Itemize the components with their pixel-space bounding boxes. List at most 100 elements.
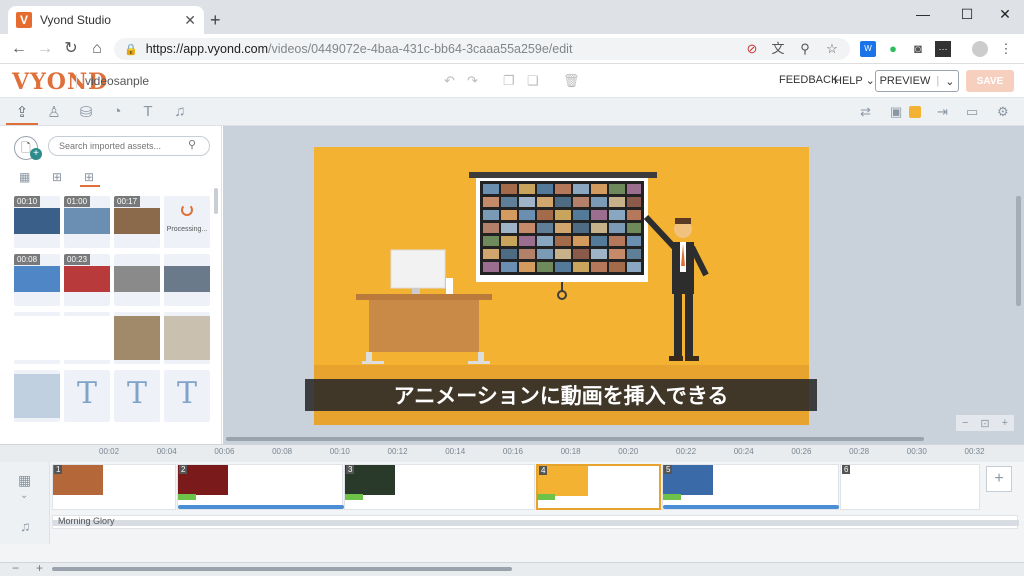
props-tab-icon[interactable]: ⛁ xyxy=(76,103,96,121)
asset-thumbnail[interactable]: T xyxy=(164,370,210,422)
ruler-tick-label: 00:04 xyxy=(156,447,177,456)
back-icon[interactable]: ← xyxy=(8,38,30,60)
swap-icon[interactable]: ⇄ xyxy=(860,104,871,120)
transition-marker[interactable] xyxy=(663,494,681,500)
maximize-icon[interactable]: ☐ xyxy=(952,4,982,24)
ruler-tick-label: 00:28 xyxy=(849,447,870,456)
library-scrollbar[interactable] xyxy=(214,188,218,214)
stage-scrollbar[interactable] xyxy=(226,437,924,441)
chevron-down-icon[interactable]: ⌄ xyxy=(945,75,954,88)
fit-icon[interactable]: ⊡ xyxy=(980,417,989,430)
audio-tab-icon[interactable]: ♫ xyxy=(170,103,190,121)
asset-thumbnail[interactable]: 00:08 xyxy=(14,254,60,306)
asset-thumbnail[interactable] xyxy=(114,312,160,364)
asset-thumbnail[interactable]: 00:17 xyxy=(114,196,160,248)
background-color-swatch[interactable] xyxy=(909,106,921,118)
reload-icon[interactable]: ↻ xyxy=(60,38,82,60)
delete-icon[interactable]: 🗑 xyxy=(563,73,580,89)
monitor xyxy=(390,249,446,289)
asset-thumbnail[interactable]: 00:23 xyxy=(64,254,110,306)
scene-clip[interactable]: 2 xyxy=(177,464,343,510)
camera-icon[interactable]: ▭ xyxy=(966,104,978,120)
scene-number: 1 xyxy=(54,465,63,474)
asset-thumbnail[interactable]: 00:10 xyxy=(14,196,60,248)
new-tab-button[interactable]: + xyxy=(210,10,221,31)
camera-icon[interactable]: ◙ xyxy=(910,41,926,57)
asset-thumbnail[interactable] xyxy=(14,370,60,422)
asset-thumbnail[interactable] xyxy=(14,312,60,364)
background-image-icon[interactable]: ▣ xyxy=(890,104,902,120)
transition-marker[interactable] xyxy=(537,494,555,500)
home-icon[interactable]: ⌂ xyxy=(86,38,108,60)
transition-marker[interactable] xyxy=(345,494,363,500)
chevron-down-icon[interactable]: ⌄ xyxy=(20,490,28,501)
close-window-icon[interactable]: ✕ xyxy=(990,4,1020,24)
extension-icon[interactable]: W xyxy=(860,41,876,57)
feedback-link[interactable]: FEEDBACK xyxy=(779,74,838,86)
zoom-in-icon[interactable]: + xyxy=(1002,417,1008,429)
asset-thumbnail[interactable] xyxy=(64,312,110,364)
asset-thumbnail[interactable]: 01:00 xyxy=(64,196,110,248)
audio-fade-bar[interactable] xyxy=(663,505,839,509)
copy-icon[interactable]: ❐ xyxy=(503,73,515,89)
url-path: /videos/0449072e-4baa-431c-bb64-3caaa55a… xyxy=(268,42,573,56)
evernote-icon[interactable]: ● xyxy=(885,41,901,57)
audio-track[interactable] xyxy=(52,515,1019,529)
caption-bar[interactable]: アニメーションに動画を挿入できる xyxy=(305,379,817,411)
text-tab-icon[interactable]: T xyxy=(138,103,158,121)
grid-view-icon[interactable]: ⊞ xyxy=(84,170,94,184)
forward-icon[interactable]: → xyxy=(34,38,56,60)
characters-tab-icon[interactable]: ♙ xyxy=(44,103,64,121)
undo-icon[interactable]: ↶ xyxy=(444,73,455,89)
paste-icon[interactable]: ❏ xyxy=(527,73,539,89)
timeline-scrollbar[interactable] xyxy=(52,567,512,571)
zoom-in-timeline-icon[interactable]: + xyxy=(36,561,43,575)
help-menu[interactable]: HELP ⌄ xyxy=(834,74,875,87)
scene-clip[interactable]: 5 xyxy=(662,464,839,510)
asset-thumbnail[interactable]: T xyxy=(114,370,160,422)
asset-preview-image xyxy=(14,374,60,418)
add-scene-button[interactable]: + xyxy=(986,466,1012,492)
transition-marker[interactable] xyxy=(178,494,196,500)
search-icon[interactable]: ⚲ xyxy=(188,138,196,151)
save-button[interactable]: SAVE xyxy=(966,70,1014,92)
asset-thumbnail[interactable] xyxy=(164,312,210,364)
charts-tab-icon[interactable]: ◔ xyxy=(107,103,127,121)
search-input[interactable] xyxy=(48,136,210,156)
video-name[interactable]: videosanple xyxy=(76,74,149,88)
redo-icon[interactable]: ↷ xyxy=(467,73,478,89)
asset-thumbnail[interactable]: T xyxy=(64,370,110,422)
scene-clip[interactable]: 3 xyxy=(344,464,535,510)
url-field[interactable]: 🔒 https://app.vyond.com/videos/0449072e-… xyxy=(114,38,850,60)
asset-thumbnail[interactable] xyxy=(114,254,160,306)
audio-fade-bar[interactable] xyxy=(178,505,344,509)
zoom-out-icon[interactable]: − xyxy=(962,417,968,429)
zoom-out-timeline-icon[interactable]: − xyxy=(12,561,19,575)
asset-thumbnail[interactable]: Processing... xyxy=(164,196,210,248)
extension-dots-icon[interactable]: ⋯ xyxy=(935,41,951,57)
close-tab-icon[interactable]: ✕ xyxy=(184,12,196,29)
timeline-ruler[interactable]: 00:02 00:04 00:06 00:08 00:10 00:12 00:14 00:16… xyxy=(0,444,1024,462)
asset-thumbnail[interactable] xyxy=(164,254,210,306)
stage-vertical-scrollbar[interactable] xyxy=(1016,196,1021,306)
settings-gear-icon[interactable]: ⚙ xyxy=(997,104,1009,120)
film-icon[interactable]: ▦ xyxy=(18,472,31,489)
loading-spinner-icon xyxy=(181,204,193,216)
scene-clip[interactable]: 1 xyxy=(52,464,176,510)
video-filter-icon[interactable]: ▦ xyxy=(19,170,30,184)
scene-clip[interactable]: 4 xyxy=(536,464,661,510)
scene-clip[interactable]: 6 xyxy=(840,464,980,510)
plus-icon[interactable]: + xyxy=(30,148,42,160)
chrome-menu-icon[interactable]: ⋮ xyxy=(998,41,1014,57)
bookmark-star-icon[interactable]: ☆ xyxy=(824,41,840,57)
profile-avatar[interactable] xyxy=(972,41,988,57)
preview-button[interactable]: PREVIEW | ⌄ xyxy=(875,70,959,92)
enter-icon[interactable]: ⇥ xyxy=(937,104,948,120)
zoom-icon[interactable]: ⚲ xyxy=(797,41,813,57)
translate-icon[interactable]: 文 xyxy=(770,41,786,57)
browser-tab[interactable]: V Vyond Studio ✕ xyxy=(8,6,204,34)
upload-tab-icon[interactable]: ⇪ xyxy=(12,103,32,121)
folder-filter-icon[interactable]: ⊞ xyxy=(52,170,62,184)
blocked-icon[interactable]: ⊘ xyxy=(744,41,760,57)
minimize-icon[interactable]: — xyxy=(908,4,938,24)
